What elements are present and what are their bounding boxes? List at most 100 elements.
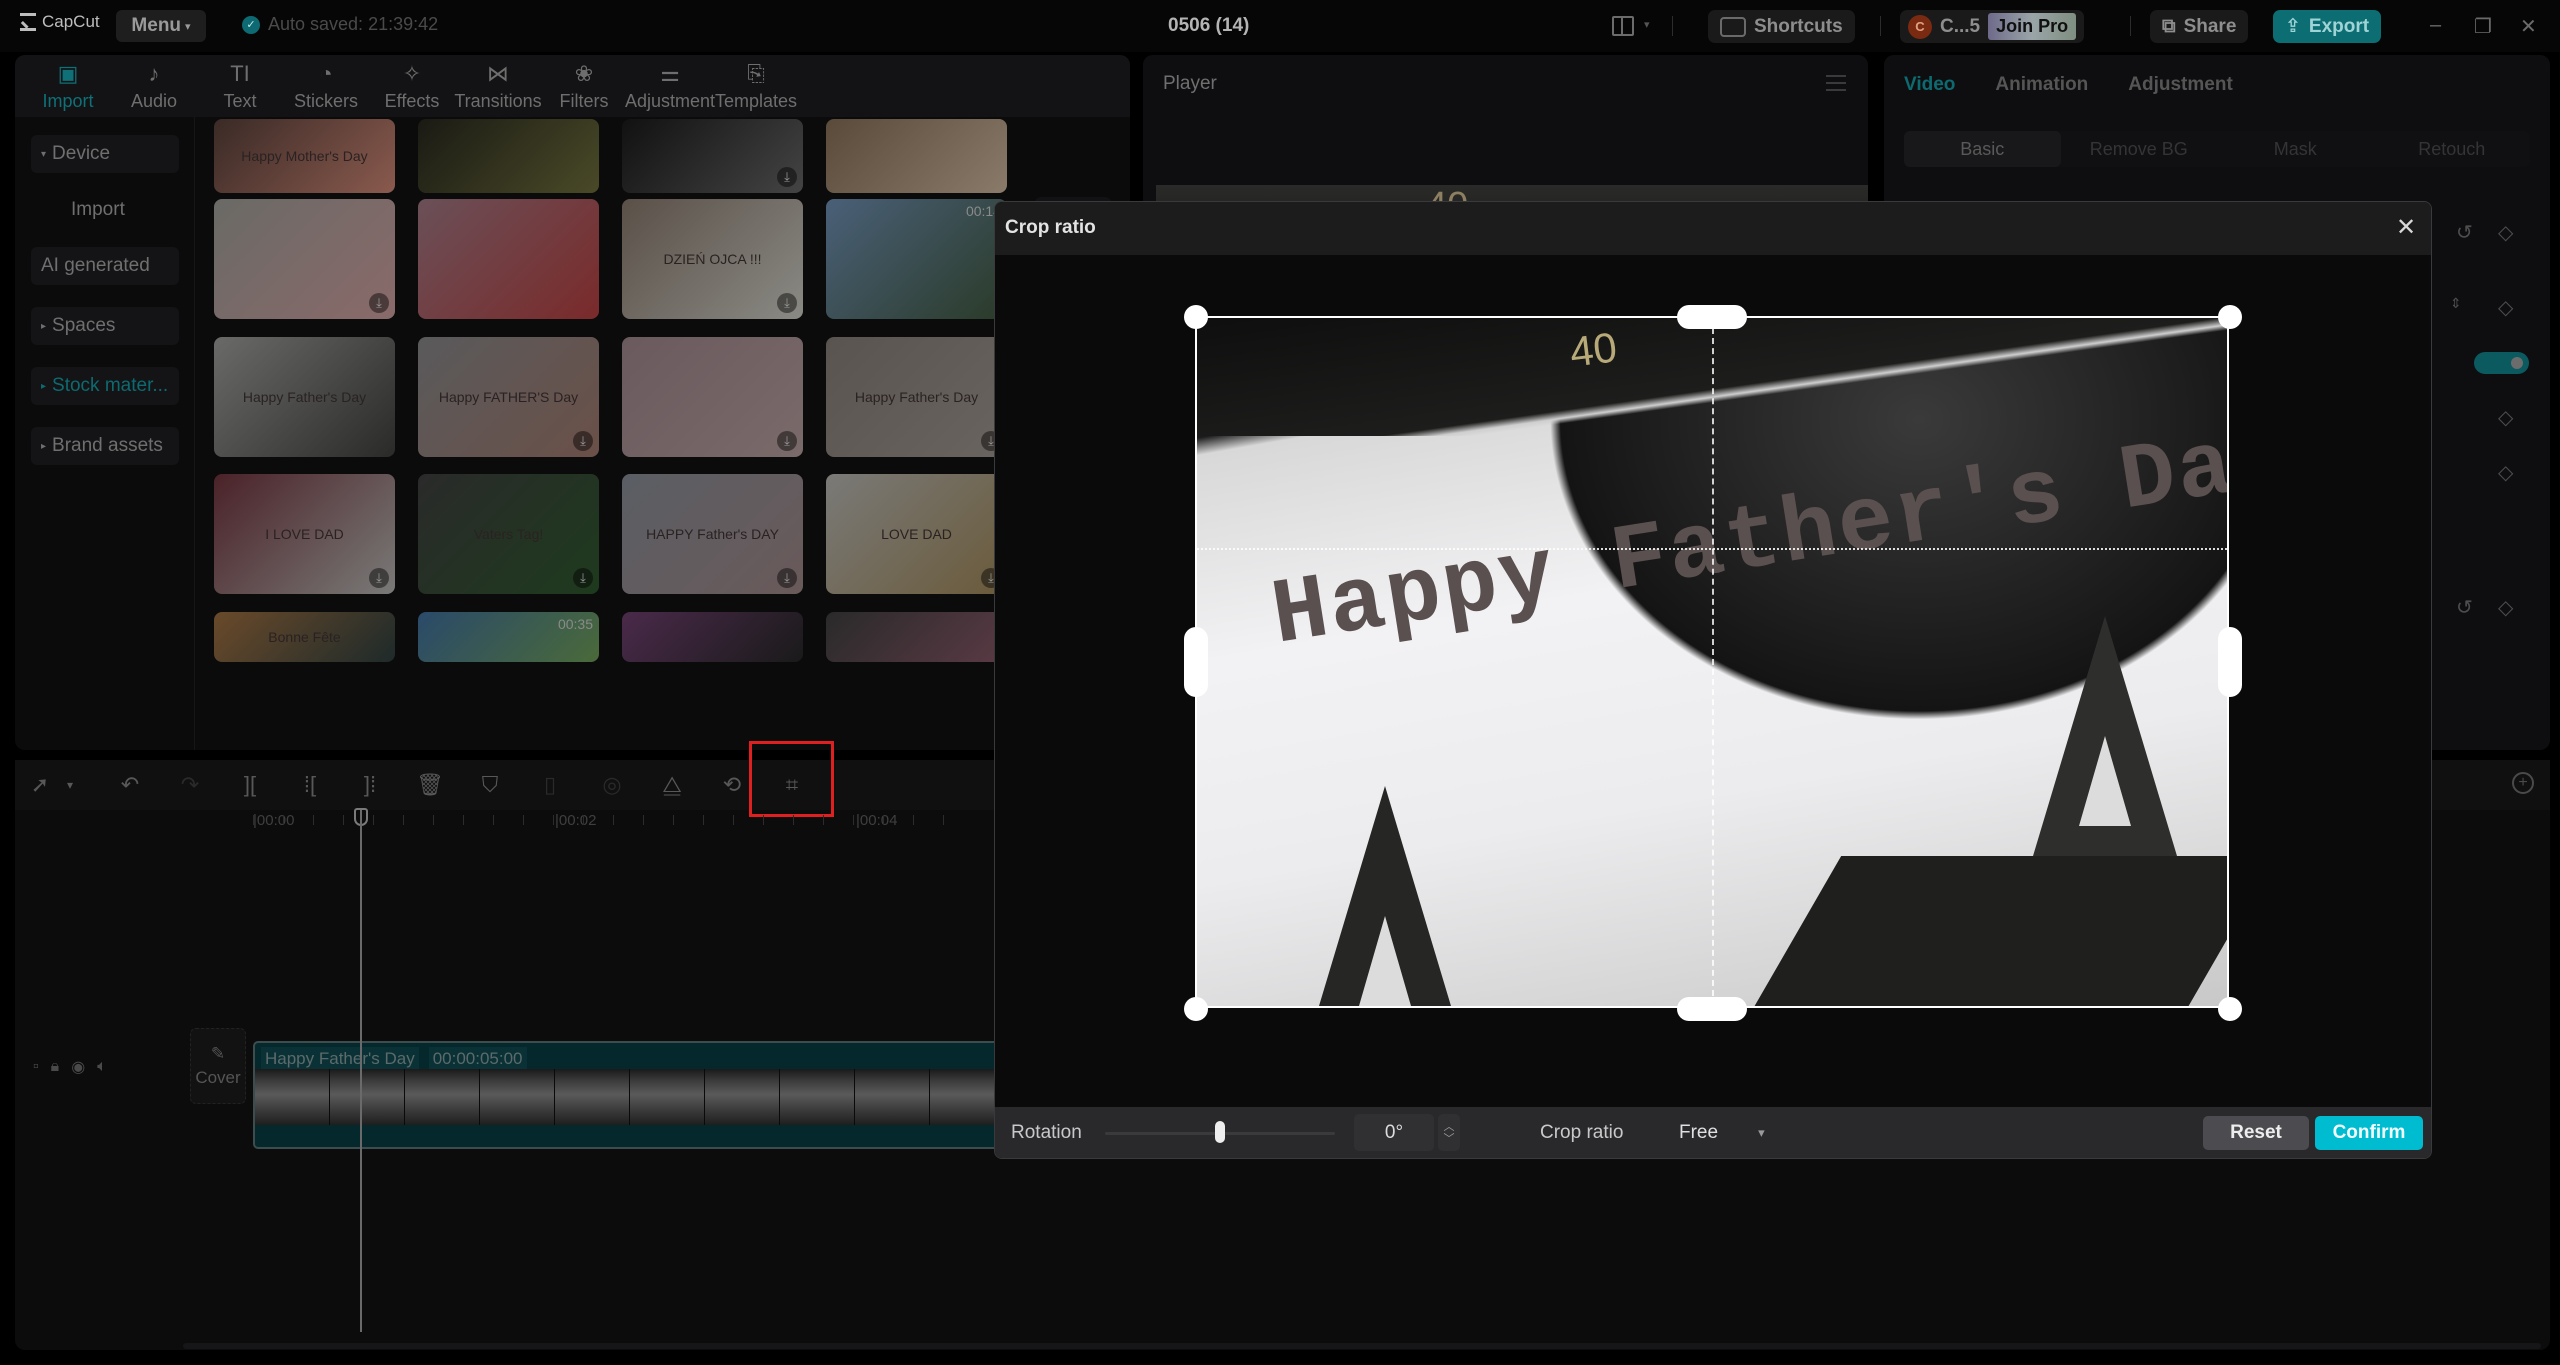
freeze-icon[interactable]: ▯ xyxy=(535,770,565,800)
crop-handle-top-right[interactable] xyxy=(2218,305,2242,329)
tab-audio[interactable]: ♪ Audio xyxy=(111,55,197,117)
stock-thumbnail[interactable] xyxy=(418,199,599,319)
account-button[interactable]: C C...5 Join Pro xyxy=(1900,10,2085,43)
keyframe-icon[interactable]: ◇ xyxy=(2498,405,2513,430)
download-icon[interactable]: ⤓ xyxy=(573,431,593,451)
playhead[interactable] xyxy=(360,810,362,1332)
stepper-icon[interactable]: ⇕ xyxy=(2450,295,2462,312)
layout-chevron-icon[interactable]: ▾ xyxy=(1644,18,1650,31)
minimize-icon[interactable]: – xyxy=(2430,14,2441,37)
sidebar-item-spaces[interactable]: ▸ Spaces xyxy=(31,307,179,345)
volume-icon[interactable]: 🔈︎ xyxy=(97,1058,107,1076)
stock-thumbnail[interactable]: Bonne Fête xyxy=(214,612,395,662)
download-icon[interactable]: ⤓ xyxy=(369,568,389,588)
sidebar-item-import[interactable]: Import xyxy=(31,191,179,229)
download-icon[interactable]: ⤓ xyxy=(777,431,797,451)
delete-icon[interactable]: 🗑 xyxy=(415,770,445,800)
stock-thumbnail[interactable]: LOVE DAD ⤓ xyxy=(826,474,1007,594)
tab-stickers[interactable]: ◔ Stickers xyxy=(283,55,369,117)
stock-thumbnail[interactable]: ⤓ xyxy=(622,119,803,193)
subtab-remove-bg[interactable]: Remove BG xyxy=(2061,131,2218,167)
chevron-down-icon[interactable]: ▾ xyxy=(55,770,85,800)
stock-thumbnail[interactable]: DZIEŃ OJCA !!! ⤓ xyxy=(622,199,803,319)
menu-button[interactable]: Menu ▾ xyxy=(116,10,206,42)
stock-thumbnail[interactable]: ⤓ xyxy=(214,199,395,319)
redo-icon[interactable]: ↷ xyxy=(175,770,205,800)
subtab-retouch[interactable]: Retouch xyxy=(2374,131,2531,167)
rotate-icon[interactable]: ⟲ xyxy=(717,770,747,800)
layout-icon[interactable] xyxy=(1612,16,1634,36)
keyframe-icon[interactable]: ◇ xyxy=(2498,220,2513,245)
tab-adjustment[interactable]: Adjustment xyxy=(2128,74,2233,96)
tab-video[interactable]: Video xyxy=(1904,74,1955,96)
stock-thumbnail[interactable]: ⤓ xyxy=(622,337,803,457)
stock-thumbnail[interactable]: 00:35 xyxy=(418,612,599,662)
split-left-icon[interactable]: ⁞[ xyxy=(295,770,325,800)
download-icon[interactable]: ⤓ xyxy=(573,568,593,588)
crop-handle-bottom[interactable] xyxy=(1677,997,1747,1021)
mirror-icon[interactable]: ⧋ xyxy=(657,770,687,800)
stock-thumbnail[interactable]: Happy FATHER'S Day ⤓ xyxy=(418,337,599,457)
stock-thumbnail[interactable] xyxy=(418,119,599,193)
timeline-scrollbar[interactable] xyxy=(183,1343,2541,1349)
chevron-up-icon[interactable]: ︿ xyxy=(1444,1121,1455,1133)
zoom-in-icon[interactable]: + xyxy=(2512,772,2534,794)
track-icon[interactable]: ▫ xyxy=(33,1058,39,1076)
toggle-switch[interactable] xyxy=(2474,352,2529,374)
tab-text[interactable]: TI Text xyxy=(197,55,283,117)
rotation-stepper[interactable]: ︿ ﹀ xyxy=(1438,1114,1460,1151)
select-tool-icon[interactable]: ➚ xyxy=(25,770,55,800)
undo-icon[interactable]: ↶ xyxy=(115,770,145,800)
tab-filters[interactable]: ❀ Filters xyxy=(541,55,627,117)
maximize-icon[interactable]: ❐ xyxy=(2474,14,2492,39)
reset-icon[interactable]: ↺ xyxy=(2456,595,2473,620)
keyframe-icon[interactable]: ◇ xyxy=(2498,295,2513,320)
stock-thumbnail[interactable]: Happy Father's Day xyxy=(214,337,395,457)
crop-handle-bottom-right[interactable] xyxy=(2218,997,2242,1021)
stock-thumbnail[interactable] xyxy=(826,119,1007,193)
join-pro-button[interactable]: Join Pro xyxy=(1988,13,2077,40)
keyframe-icon[interactable]: ◇ xyxy=(2498,460,2513,485)
crop-handle-left[interactable] xyxy=(1184,627,1208,697)
rotation-slider-thumb[interactable] xyxy=(1215,1121,1225,1143)
subtab-basic[interactable]: Basic xyxy=(1904,131,2061,167)
video-clip[interactable]: Happy Father's Day 00:00:05:00 xyxy=(253,1041,1013,1149)
close-icon[interactable]: ✕ xyxy=(2393,214,2419,241)
rotation-input[interactable]: 0° xyxy=(1354,1114,1434,1151)
stock-thumbnail[interactable]: 00:14 xyxy=(826,199,1007,319)
sidebar-item-ai-generated[interactable]: AI generated xyxy=(31,247,179,285)
stock-thumbnail[interactable]: I LOVE DAD ⤓ xyxy=(214,474,395,594)
reverse-icon[interactable]: ◎ xyxy=(597,770,627,800)
split-icon[interactable]: ][ xyxy=(235,770,265,800)
tab-effects[interactable]: ✧ Effects xyxy=(369,55,455,117)
crop-handle-top-left[interactable] xyxy=(1184,305,1208,329)
stock-thumbnail[interactable]: HAPPY Father's DAY ⤓ xyxy=(622,474,803,594)
stock-thumbnail[interactable]: Vaters Tag! ⤓ xyxy=(418,474,599,594)
crop-handle-top[interactable] xyxy=(1677,305,1747,329)
sidebar-item-brand-assets[interactable]: ▸ Brand assets xyxy=(31,427,179,465)
keyframe-icon[interactable]: ◇ xyxy=(2498,595,2513,620)
download-icon[interactable]: ⤓ xyxy=(777,293,797,313)
marker-icon[interactable]: ⛉ xyxy=(475,770,505,800)
tab-animation[interactable]: Animation xyxy=(1995,74,2088,96)
split-right-icon[interactable]: ]⁞ xyxy=(355,770,385,800)
reset-button[interactable]: Reset xyxy=(2203,1116,2309,1150)
stock-thumbnail[interactable] xyxy=(826,612,1007,662)
reset-icon[interactable]: ↺ xyxy=(2456,220,2473,245)
menu-icon[interactable] xyxy=(1826,75,1846,91)
sidebar-item-device[interactable]: ▾ Device xyxy=(31,135,179,173)
crop-handle-bottom-left[interactable] xyxy=(1184,997,1208,1021)
share-button[interactable]: ⧉ Share xyxy=(2150,10,2249,43)
download-icon[interactable]: ⤓ xyxy=(777,568,797,588)
close-window-icon[interactable]: ✕ xyxy=(2520,14,2537,39)
chevron-down-icon[interactable]: ﹀ xyxy=(1444,1133,1455,1145)
download-icon[interactable]: ⤓ xyxy=(777,167,797,187)
download-icon[interactable]: ⤓ xyxy=(369,293,389,313)
tab-templates[interactable]: ⎘ Templates xyxy=(713,55,799,117)
stock-thumbnail[interactable]: Happy Mother's Day xyxy=(214,119,395,193)
sidebar-item-stock-mater[interactable]: ▸ Stock mater... xyxy=(31,367,179,405)
export-button[interactable]: ⇪ Export xyxy=(2273,10,2382,43)
stock-thumbnail[interactable]: Happy Father's Day ⤓ xyxy=(826,337,1007,457)
crop-ratio-select[interactable]: Free ▾ xyxy=(1679,1122,1765,1144)
tab-transitions[interactable]: ⋈ Transitions xyxy=(454,55,541,117)
